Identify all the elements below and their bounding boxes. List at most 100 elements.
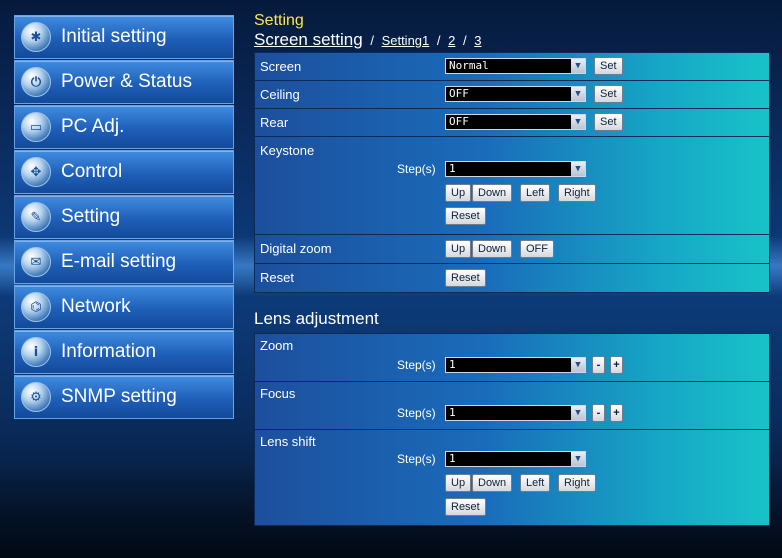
breadcrumb-link-3[interactable]: 3 [474, 33, 481, 48]
digital-zoom-down-button[interactable]: Down [472, 240, 513, 258]
keystone-reset-button[interactable]: Reset [445, 207, 486, 225]
keystone-steps-select[interactable]: 1 ▼ [445, 161, 586, 177]
rear-select-value: OFF [449, 115, 469, 128]
reset-row: Reset Reset [255, 264, 769, 292]
envelope-icon: ✉ [21, 247, 51, 277]
lens-shift-up-button[interactable]: Up [445, 474, 472, 492]
chevron-down-icon: ▼ [571, 358, 585, 372]
zoom-steps-label: Step(s) [397, 358, 436, 372]
lens-shift-down-button[interactable]: Down [472, 474, 513, 492]
digital-zoom-off-button[interactable]: OFF [520, 240, 554, 258]
lens-shift-row: Lens shift Step(s) 1 ▼ Up Down Left Righ… [255, 430, 769, 525]
snmp-icon: ⚙ [21, 382, 51, 412]
breadcrumb-separator: / [436, 33, 441, 48]
reset-button[interactable]: Reset [445, 269, 486, 287]
lens-shift-reset-button[interactable]: Reset [445, 498, 486, 516]
ceiling-select-value: OFF [449, 87, 469, 100]
zoom-plus-button[interactable]: + [610, 356, 623, 374]
sidebar-item-label: Information [61, 341, 157, 362]
sidebar-item-label: E-mail setting [61, 251, 177, 272]
breadcrumb-link-setting1[interactable]: Setting1 [382, 33, 430, 48]
page-title: Setting [254, 12, 304, 29]
monitor-icon: ▭ [21, 112, 51, 142]
sidebar-item-label: Network [61, 296, 131, 317]
sidebar-item-setting[interactable]: ✎ Setting [14, 195, 234, 239]
directional-pad-icon: ✥ [21, 157, 51, 187]
sidebar-item-network[interactable]: ⌬ Network [14, 285, 234, 329]
ceiling-select[interactable]: OFF ▼ [445, 86, 586, 102]
breadcrumb-separator: / [463, 33, 467, 48]
rear-select[interactable]: OFF ▼ [445, 114, 586, 130]
focus-row: Focus Step(s) 1 ▼ - + [255, 382, 769, 430]
sidebar-nav: ✱ Initial setting ⏻ Power & Status ▭ PC … [14, 15, 234, 420]
sidebar-item-initial-setting[interactable]: ✱ Initial setting [14, 15, 234, 59]
sidebar-item-label: PC Adj. [61, 116, 125, 137]
lens-adjustment-title: Lens adjustment [254, 309, 379, 328]
zoom-steps-value: 1 [449, 358, 456, 371]
wrench-icon: ✎ [21, 202, 51, 232]
screen-row: Screen Normal ▼ Set [255, 53, 769, 81]
screen-select-value: Normal [449, 59, 489, 72]
breadcrumb: Screen setting / Setting1 / 2 / 3 [254, 30, 770, 52]
keystone-row: Keystone Step(s) 1 ▼ Up Down Left Right … [255, 137, 769, 235]
lens-shift-label: Lens shift [260, 434, 316, 449]
zoom-steps-select[interactable]: 1 ▼ [445, 357, 586, 373]
sidebar-item-email-setting[interactable]: ✉ E-mail setting [14, 240, 234, 284]
chevron-down-icon: ▼ [571, 406, 585, 420]
sidebar-item-pc-adj[interactable]: ▭ PC Adj. [14, 105, 234, 149]
sidebar-item-label: SNMP setting [61, 386, 177, 407]
lens-shift-right-button[interactable]: Right [558, 474, 596, 492]
digital-zoom-up-button[interactable]: Up [445, 240, 472, 258]
main-content: Setting Screen setting / Setting1 / 2 / … [254, 12, 770, 526]
sidebar-item-label: Power & Status [61, 71, 192, 92]
keystone-steps-value: 1 [449, 162, 456, 175]
focus-steps-label: Step(s) [397, 406, 436, 420]
reset-label: Reset [260, 270, 294, 285]
sidebar-item-information[interactable]: i Information [14, 330, 234, 374]
focus-steps-select[interactable]: 1 ▼ [445, 405, 586, 421]
chevron-down-icon: ▼ [571, 162, 585, 176]
lens-shift-left-button[interactable]: Left [520, 474, 551, 492]
sidebar-item-label: Initial setting [61, 26, 167, 47]
keystone-left-button[interactable]: Left [520, 184, 551, 202]
screen-setting-panel: Screen Normal ▼ Set Ceiling OFF ▼ Set Re… [254, 52, 770, 293]
info-icon: i [21, 337, 51, 367]
screen-label: Screen [260, 59, 302, 74]
rear-row: Rear OFF ▼ Set [255, 109, 769, 137]
focus-label: Focus [260, 386, 296, 401]
ceiling-label: Ceiling [260, 87, 300, 102]
sidebar-item-label: Setting [61, 206, 121, 227]
breadcrumb-link-2[interactable]: 2 [448, 33, 455, 48]
keystone-up-button[interactable]: Up [445, 184, 472, 202]
ceiling-row: Ceiling OFF ▼ Set [255, 81, 769, 109]
lens-shift-steps-select[interactable]: 1 ▼ [445, 451, 586, 467]
sidebar-item-label: Control [61, 161, 123, 182]
rear-set-button[interactable]: Set [594, 113, 623, 131]
zoom-label: Zoom [260, 338, 294, 353]
lens-shift-steps-label: Step(s) [397, 452, 436, 466]
chevron-down-icon: ▼ [571, 87, 585, 101]
screen-select[interactable]: Normal ▼ [445, 58, 586, 74]
focus-plus-button[interactable]: + [610, 404, 623, 422]
zoom-row: Zoom Step(s) 1 ▼ - + [255, 334, 769, 382]
chevron-down-icon: ▼ [571, 115, 585, 129]
zoom-minus-button[interactable]: - [592, 356, 605, 374]
keystone-label: Keystone [260, 143, 315, 158]
rear-label: Rear [260, 115, 289, 130]
lens-shift-steps-value: 1 [449, 452, 456, 465]
screen-set-button[interactable]: Set [594, 57, 623, 75]
ceiling-set-button[interactable]: Set [594, 85, 623, 103]
chevron-down-icon: ▼ [571, 59, 585, 73]
sidebar-item-snmp-setting[interactable]: ⚙ SNMP setting [14, 375, 234, 419]
sidebar-item-power-status[interactable]: ⏻ Power & Status [14, 60, 234, 104]
digital-zoom-label: Digital zoom [260, 241, 332, 256]
keystone-right-button[interactable]: Right [558, 184, 596, 202]
power-icon: ⏻ [21, 67, 51, 97]
keystone-down-button[interactable]: Down [472, 184, 513, 202]
focus-steps-value: 1 [449, 406, 456, 419]
lens-adjustment-panel: Zoom Step(s) 1 ▼ - + Focus Step(s) 1 ▼ -… [254, 333, 770, 526]
focus-minus-button[interactable]: - [592, 404, 605, 422]
chevron-down-icon: ▼ [571, 452, 585, 466]
digital-zoom-row: Digital zoom Up Down OFF [255, 235, 769, 264]
sidebar-item-control[interactable]: ✥ Control [14, 150, 234, 194]
